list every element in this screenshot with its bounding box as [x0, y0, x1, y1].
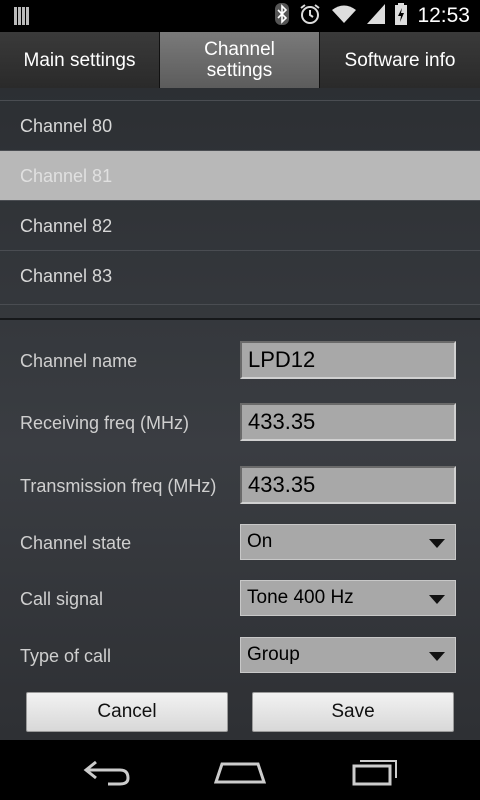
channel-state-value: On	[247, 531, 273, 552]
tab-software-info[interactable]: Software info	[320, 32, 480, 88]
call-signal-value: Tone 400 Hz	[247, 587, 354, 608]
call-type-label: Type of call	[20, 646, 112, 666]
tab-bar: Main settings Channel settings Software …	[0, 32, 480, 88]
bluetooth-icon	[275, 2, 290, 30]
call-type-select[interactable]: Group	[240, 637, 456, 673]
channel-name-label: Channel name	[20, 351, 138, 371]
back-icon[interactable]	[82, 754, 132, 793]
tx-freq-label: Transmission freq (MHz)	[20, 476, 217, 496]
list-item-channel-80[interactable]: Channel 80	[0, 100, 480, 150]
call-signal-select[interactable]: Tone 400 Hz	[240, 580, 456, 616]
call-type-value: Group	[247, 644, 300, 665]
tab-main-settings[interactable]: Main settings	[0, 32, 160, 88]
tab-channel-settings-label: Channel settings	[204, 39, 275, 81]
alarm-icon	[299, 3, 321, 30]
home-icon[interactable]	[213, 754, 267, 793]
tab-channel-settings[interactable]: Channel settings	[160, 32, 320, 88]
channel-settings-panel: Channel 80 Channel 81 Channel 82 Channel…	[0, 88, 480, 740]
save-button[interactable]: Save	[252, 692, 454, 732]
channel-state-label: Channel state	[20, 533, 132, 553]
list-item-channel-83[interactable]: Channel 83	[0, 250, 480, 300]
dropdown-arrow-icon	[429, 595, 445, 604]
wifi-icon	[331, 4, 357, 29]
notification-icon	[14, 7, 32, 25]
list-item-channel-82[interactable]: Channel 82	[0, 200, 480, 250]
channel-name-field[interactable]: LPD12	[240, 341, 456, 379]
call-signal-label: Call signal	[20, 589, 104, 609]
channel-list[interactable]: Channel 80 Channel 81 Channel 82 Channel…	[0, 100, 480, 300]
dropdown-arrow-icon	[429, 539, 445, 548]
rx-freq-label: Receiving freq (MHz)	[20, 413, 190, 433]
tx-freq-field[interactable]: 433.35	[240, 466, 456, 504]
list-item-channel-81[interactable]: Channel 81	[0, 150, 480, 200]
signal-icon	[367, 3, 386, 29]
rx-freq-field[interactable]: 433.35	[240, 403, 456, 441]
section-divider	[0, 318, 480, 320]
dropdown-arrow-icon	[429, 652, 445, 661]
cancel-button[interactable]: Cancel	[26, 692, 228, 732]
recent-apps-icon[interactable]	[350, 754, 400, 793]
status-bar: 12:53	[0, 0, 480, 32]
navigation-bar	[0, 740, 480, 800]
list-divider-line	[0, 304, 480, 305]
channel-state-select[interactable]: On	[240, 524, 456, 560]
battery-icon	[395, 2, 408, 30]
status-time: 12:53	[417, 4, 470, 27]
